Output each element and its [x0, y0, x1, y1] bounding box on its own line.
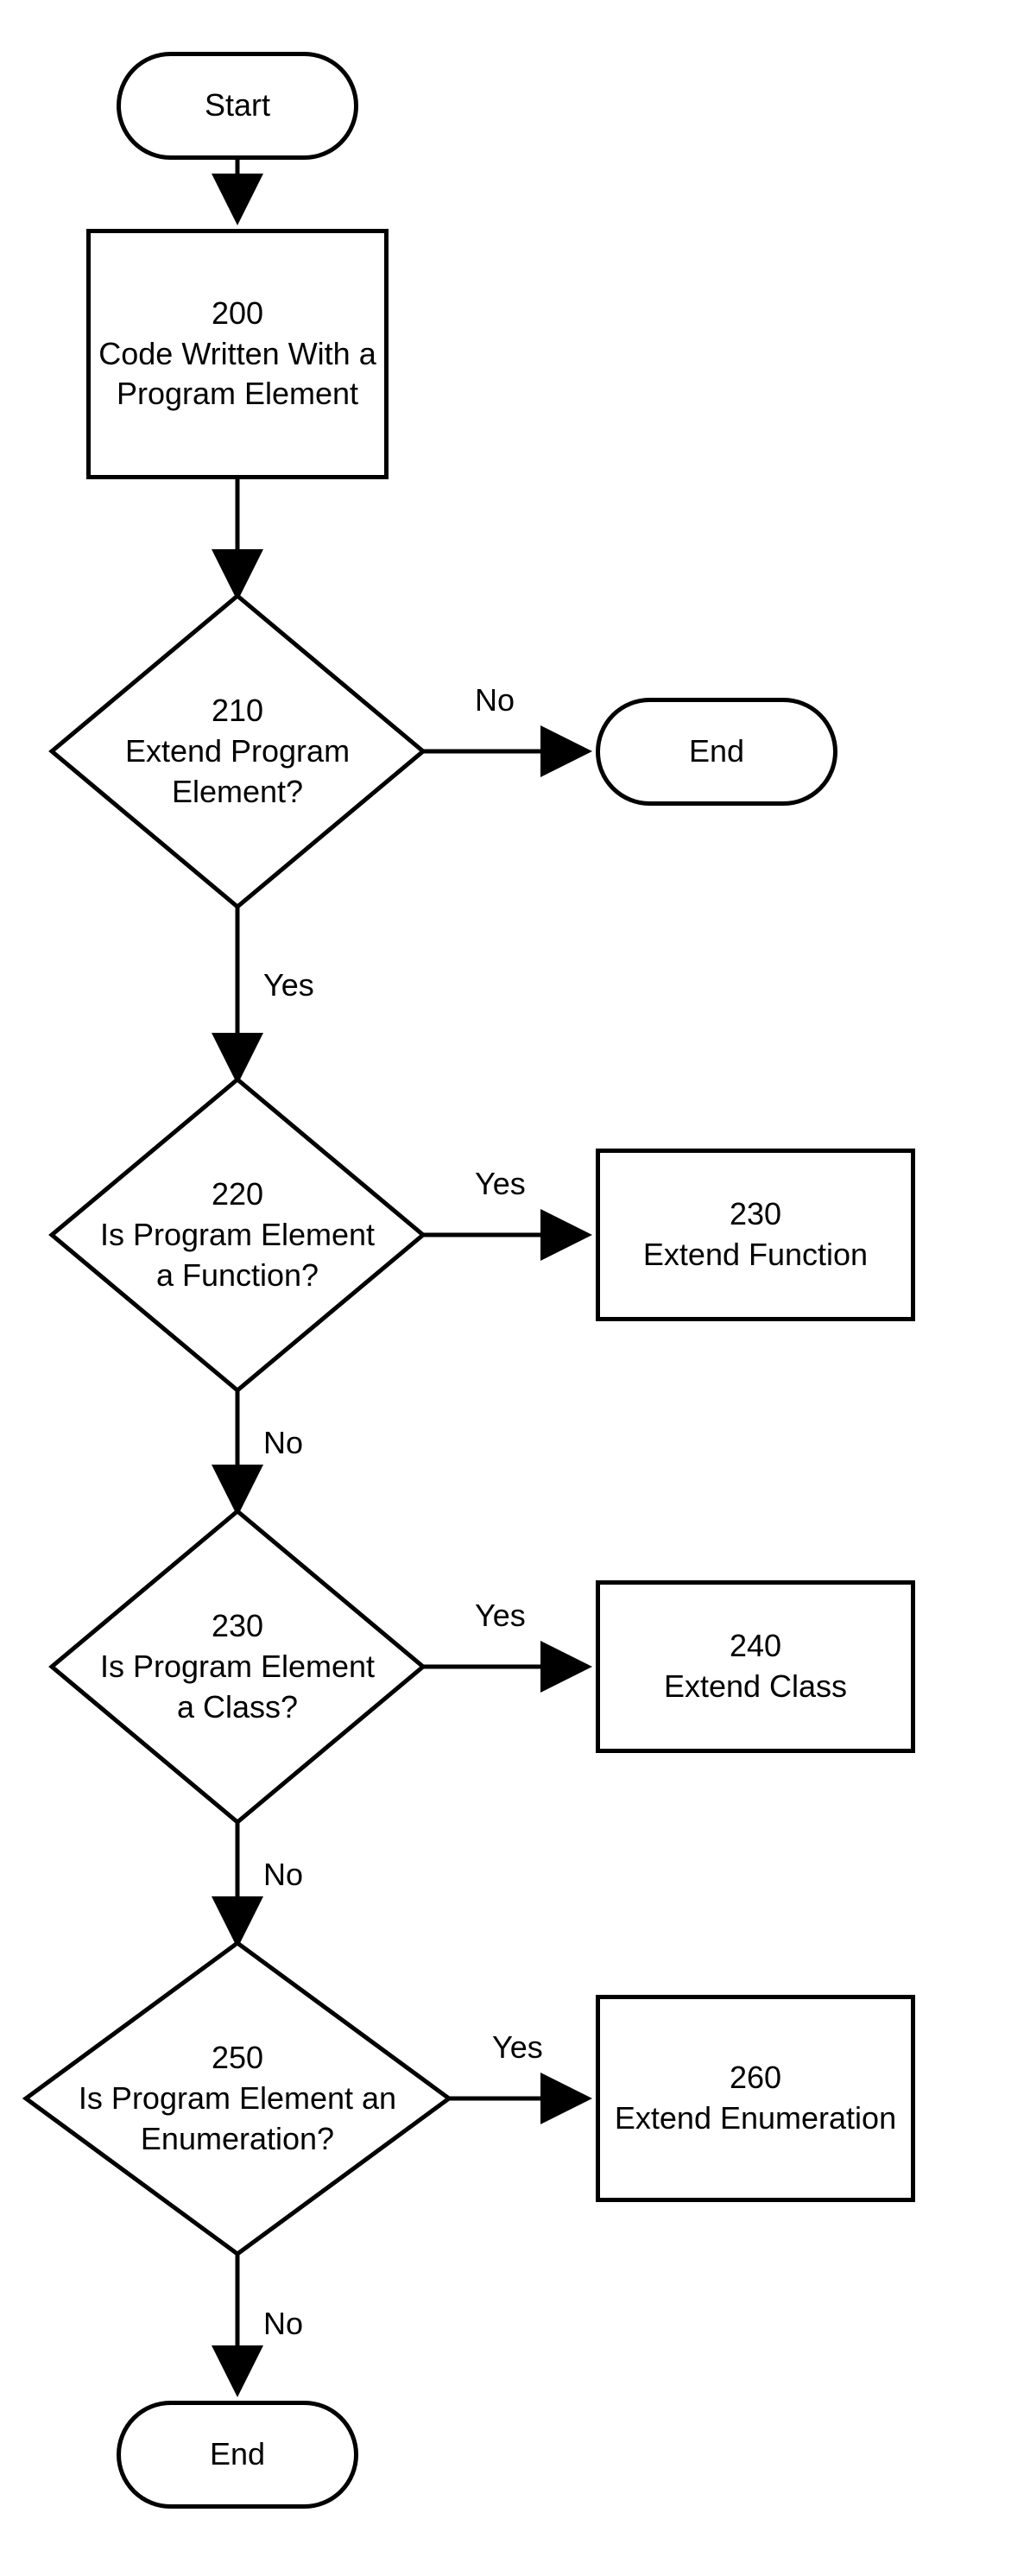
decision-ref: 210 — [212, 693, 263, 728]
process-ref: 200 — [212, 294, 263, 334]
decision-label: Is Program Element an Enumeration? — [79, 2080, 396, 2156]
end-label: End — [689, 731, 744, 772]
edge-label-no: No — [263, 2306, 303, 2342]
process-200-code-written: 200 Code Written With a Program Element — [86, 229, 389, 479]
decision-250-is-enumeration: 250 Is Program Element an Enumeration? — [26, 1943, 449, 2254]
end-terminator-2: End — [117, 2401, 358, 2509]
edge-label-no: No — [263, 1425, 303, 1461]
edge-label-no: No — [263, 1857, 303, 1893]
process-260-extend-enumeration: 260 Extend Enumeration — [596, 1995, 915, 2202]
process-230-extend-function: 230 Extend Function — [596, 1149, 915, 1321]
edge-label-no: No — [475, 682, 515, 718]
process-ref: 240 — [730, 1626, 781, 1667]
end-terminator-1: End — [596, 698, 837, 806]
edge-label-yes: Yes — [475, 1166, 526, 1202]
process-label: Code Written With a Program Element — [91, 334, 384, 415]
decision-label: Is Program Element a Function? — [100, 1217, 375, 1293]
edge-label-yes: Yes — [263, 967, 314, 1003]
decision-ref: 250 — [212, 2040, 263, 2075]
start-label: Start — [205, 85, 270, 126]
process-label: Extend Function — [643, 1235, 868, 1275]
process-240-extend-class: 240 Extend Class — [596, 1580, 915, 1753]
start-terminator: Start — [117, 52, 358, 160]
end-label: End — [210, 2434, 265, 2475]
decision-230-is-class: 230 Is Program Element a Class? — [52, 1511, 423, 1822]
decision-210-extend-program-element: 210 Extend Program Element? — [52, 596, 423, 907]
decision-label: Is Program Element a Class? — [100, 1649, 375, 1725]
edge-label-yes: Yes — [475, 1598, 526, 1634]
edge-label-yes: Yes — [492, 2029, 543, 2066]
process-ref: 230 — [730, 1194, 781, 1235]
decision-label: Extend Program Element? — [125, 733, 350, 809]
decision-ref: 230 — [212, 1608, 263, 1643]
decision-ref: 220 — [212, 1176, 263, 1212]
process-ref: 260 — [730, 2058, 781, 2098]
process-label: Extend Class — [664, 1667, 847, 1707]
process-label: Extend Enumeration — [615, 2098, 896, 2139]
decision-220-is-function: 220 Is Program Element a Function? — [52, 1079, 423, 1390]
